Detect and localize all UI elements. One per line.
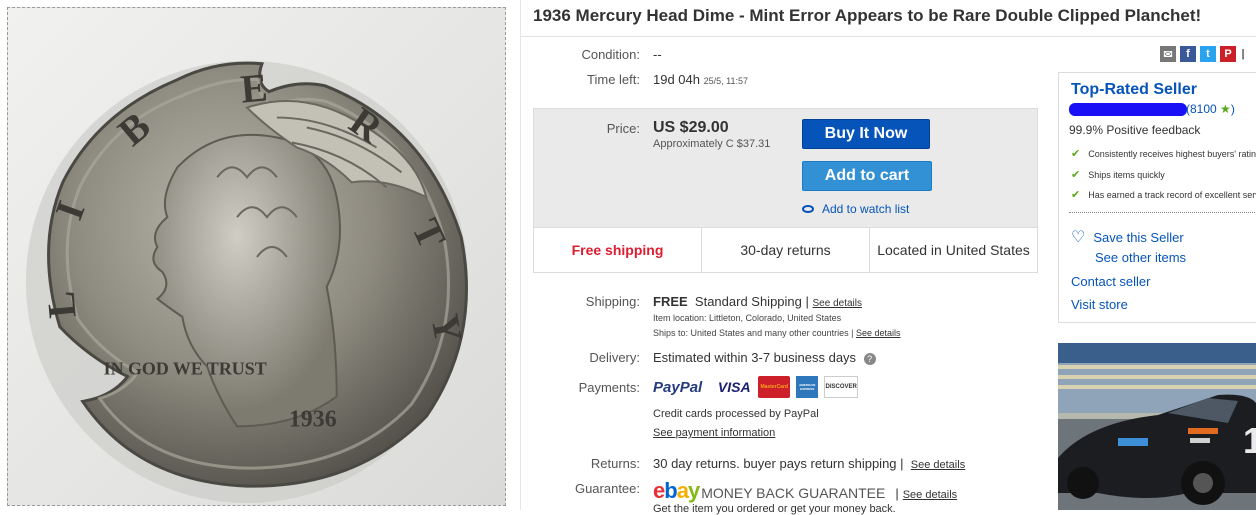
condition-value: -- xyxy=(653,47,662,62)
time-left-duration: 19d 04h xyxy=(653,72,700,87)
advertisement-image[interactable]: 1 xyxy=(1058,343,1256,510)
twitter-icon[interactable]: t xyxy=(1200,46,1216,62)
guarantee-value: ebay MONEY BACK GUARANTEE | See details xyxy=(653,478,957,504)
share-bar: ✉ f t P | xyxy=(1160,46,1246,62)
visa-logo: VISA xyxy=(717,379,751,395)
time-left-label: Time left: xyxy=(587,72,640,87)
coin-motto: IN GOD WE TRUST xyxy=(104,359,267,379)
ships-to-text: Ships to: United States and many other c… xyxy=(653,328,854,338)
time-left-detail: 25/5, 11:57 xyxy=(703,76,748,86)
delivery-estimate: Estimated within 3-7 business days xyxy=(653,350,857,365)
page-title: 1936 Mercury Head Dime - Mint Error Appe… xyxy=(533,6,1202,25)
payments-note: Credit cards processed by PayPal xyxy=(653,408,819,420)
payment-logos: PayPal VISA MasterCard AMERICAN EXPRESS … xyxy=(653,376,859,398)
guarantee-see-details-link[interactable]: See details xyxy=(903,489,957,501)
returns-value: 30 day returns. buyer pays return shippi… xyxy=(653,456,965,471)
see-other-items-link[interactable]: See other items xyxy=(1095,250,1186,265)
eye-icon xyxy=(802,205,814,213)
feedback-close: ) xyxy=(1230,102,1235,116)
seller-check: ✔ Consistently receives highest buyers' r… xyxy=(1071,147,1256,160)
location-highlight: Located in United States xyxy=(877,242,1030,258)
price-label: Price: xyxy=(606,121,640,136)
buy-it-now-button[interactable]: Buy It Now xyxy=(802,119,930,149)
watch-label: Add to watch list xyxy=(822,202,910,216)
ships-to-see-details-link[interactable]: See details xyxy=(856,328,901,338)
returns-highlight: 30-day returns xyxy=(702,228,870,272)
legend-letter: E xyxy=(239,65,269,111)
ebay-logo: ebay xyxy=(653,478,700,503)
free-shipping-highlight: Free shipping xyxy=(534,228,702,272)
ships-to: Ships to: United States and many other c… xyxy=(653,328,901,338)
top-rated-seller-badge[interactable]: Top-Rated Seller xyxy=(1071,81,1197,99)
shipping-see-details-link[interactable]: See details xyxy=(813,298,862,309)
returns-see-details-link[interactable]: See details xyxy=(911,459,965,471)
guarantee-cutoff: Get the item you ordered or get your mon… xyxy=(653,503,896,515)
feedback-count: (8100 xyxy=(1186,102,1217,116)
redacted-seller-name xyxy=(1069,103,1187,116)
shipping-free: FREE xyxy=(653,294,688,309)
returns-label: Returns: xyxy=(590,456,640,471)
money-back-guarantee: MONEY BACK GUARANTEE xyxy=(701,485,886,501)
returns-text: 30 day returns. buyer pays return shippi… xyxy=(653,456,904,471)
legend-letter: L xyxy=(39,289,85,319)
payments-label: Payments: xyxy=(578,380,640,395)
price-box: Price: US $29.00 Approximately C $37.31 … xyxy=(533,108,1038,273)
feedback-score[interactable]: (8100 ★) xyxy=(1186,102,1235,116)
price-approx: Approximately C $37.31 xyxy=(653,138,771,150)
coin-year: 1936 xyxy=(289,406,337,432)
shipping-method: Standard Shipping | xyxy=(694,294,809,309)
heart-icon: ♡ xyxy=(1071,229,1086,246)
star-icon: ★ xyxy=(1220,102,1231,116)
highlights-strip: Free shipping 30-day returns Located in … xyxy=(534,227,1037,272)
positive-feedback: 99.9% Positive feedback xyxy=(1069,123,1201,137)
save-seller-label: Save this Seller xyxy=(1093,229,1184,245)
seller-panel: Top-Rated Seller (8100 ★) 99.9% Positive… xyxy=(1058,72,1256,323)
help-icon[interactable]: ? xyxy=(863,353,876,365)
guarantee-label: Guarantee: xyxy=(574,481,640,496)
svg-text:1: 1 xyxy=(1243,420,1256,461)
payment-info-link[interactable]: See payment information xyxy=(653,427,775,439)
email-icon[interactable]: ✉ xyxy=(1160,46,1176,62)
more-share-icon[interactable]: | xyxy=(1240,46,1246,62)
discover-logo: DISCOVER xyxy=(824,376,859,398)
seller-check: ✔ Ships items quickly xyxy=(1071,168,1165,181)
visit-store-link[interactable]: Visit store xyxy=(1071,297,1128,312)
mastercard-logo: MasterCard xyxy=(758,376,791,398)
seller-check-label: Consistently receives highest buyers' ra… xyxy=(1088,149,1256,159)
shipping-value: FREE Standard Shipping | See details xyxy=(653,294,862,309)
check-icon: ✔ xyxy=(1071,148,1081,160)
amex-logo: AMERICAN EXPRESS xyxy=(796,376,819,398)
price-value: US $29.00 xyxy=(653,119,729,136)
pinterest-icon[interactable]: P xyxy=(1220,46,1236,62)
delivery-label: Delivery: xyxy=(589,350,640,365)
divider xyxy=(520,0,521,510)
check-icon: ✔ xyxy=(1071,189,1081,201)
seller-check: ✔ Has earned a track record of excellent … xyxy=(1071,188,1256,201)
delivery-value: Estimated within 3-7 business days ? xyxy=(653,350,876,365)
add-to-cart-button[interactable]: Add to cart xyxy=(802,161,932,191)
paypal-logo: PayPal xyxy=(653,378,703,396)
contact-seller-link[interactable]: Contact seller xyxy=(1071,274,1150,289)
coin-photo: I L B E R T Y IN GOD WE TRUST 1936 xyxy=(25,60,471,504)
time-left-value: 19d 04h 25/5, 11:57 xyxy=(653,72,748,87)
seller-divider xyxy=(1069,212,1256,213)
shipping-label: Shipping: xyxy=(585,294,640,309)
seller-check-label: Has earned a track record of excellent s… xyxy=(1088,190,1256,200)
race-car-photo: 1 xyxy=(1058,343,1256,510)
add-to-watch-list-link[interactable]: Add to watch list xyxy=(802,202,909,216)
title-divider xyxy=(520,36,1256,37)
guarantee-separator: | xyxy=(895,486,899,501)
item-location: Item location: Littleton, Colorado, Unit… xyxy=(653,313,842,323)
facebook-icon[interactable]: f xyxy=(1180,46,1196,62)
save-seller-link[interactable]: ♡ Save this Seller xyxy=(1071,227,1184,247)
legend-letter: Y xyxy=(422,311,470,347)
item-image[interactable]: I L B E R T Y IN GOD WE TRUST 1936 xyxy=(7,7,506,506)
seller-check-label: Ships items quickly xyxy=(1088,170,1165,180)
check-icon: ✔ xyxy=(1071,169,1081,181)
condition-label: Condition: xyxy=(581,47,640,62)
